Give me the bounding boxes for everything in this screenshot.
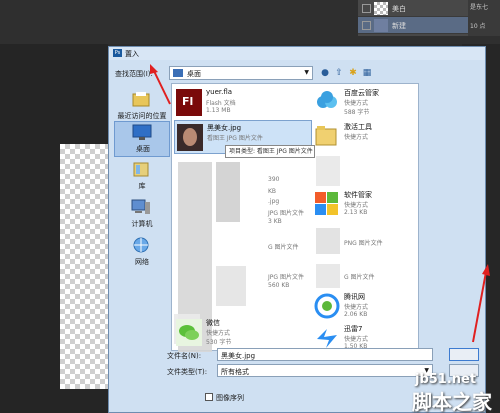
annotation-arrow xyxy=(153,70,171,105)
annotation-arrows xyxy=(150,64,490,343)
annotation-arrow xyxy=(472,271,487,343)
arrowhead-icon xyxy=(482,264,490,276)
arrowhead-icon xyxy=(150,64,158,74)
watermark-site: jb51.net xyxy=(415,372,477,387)
watermark-name: 脚本之家 xyxy=(412,390,492,413)
